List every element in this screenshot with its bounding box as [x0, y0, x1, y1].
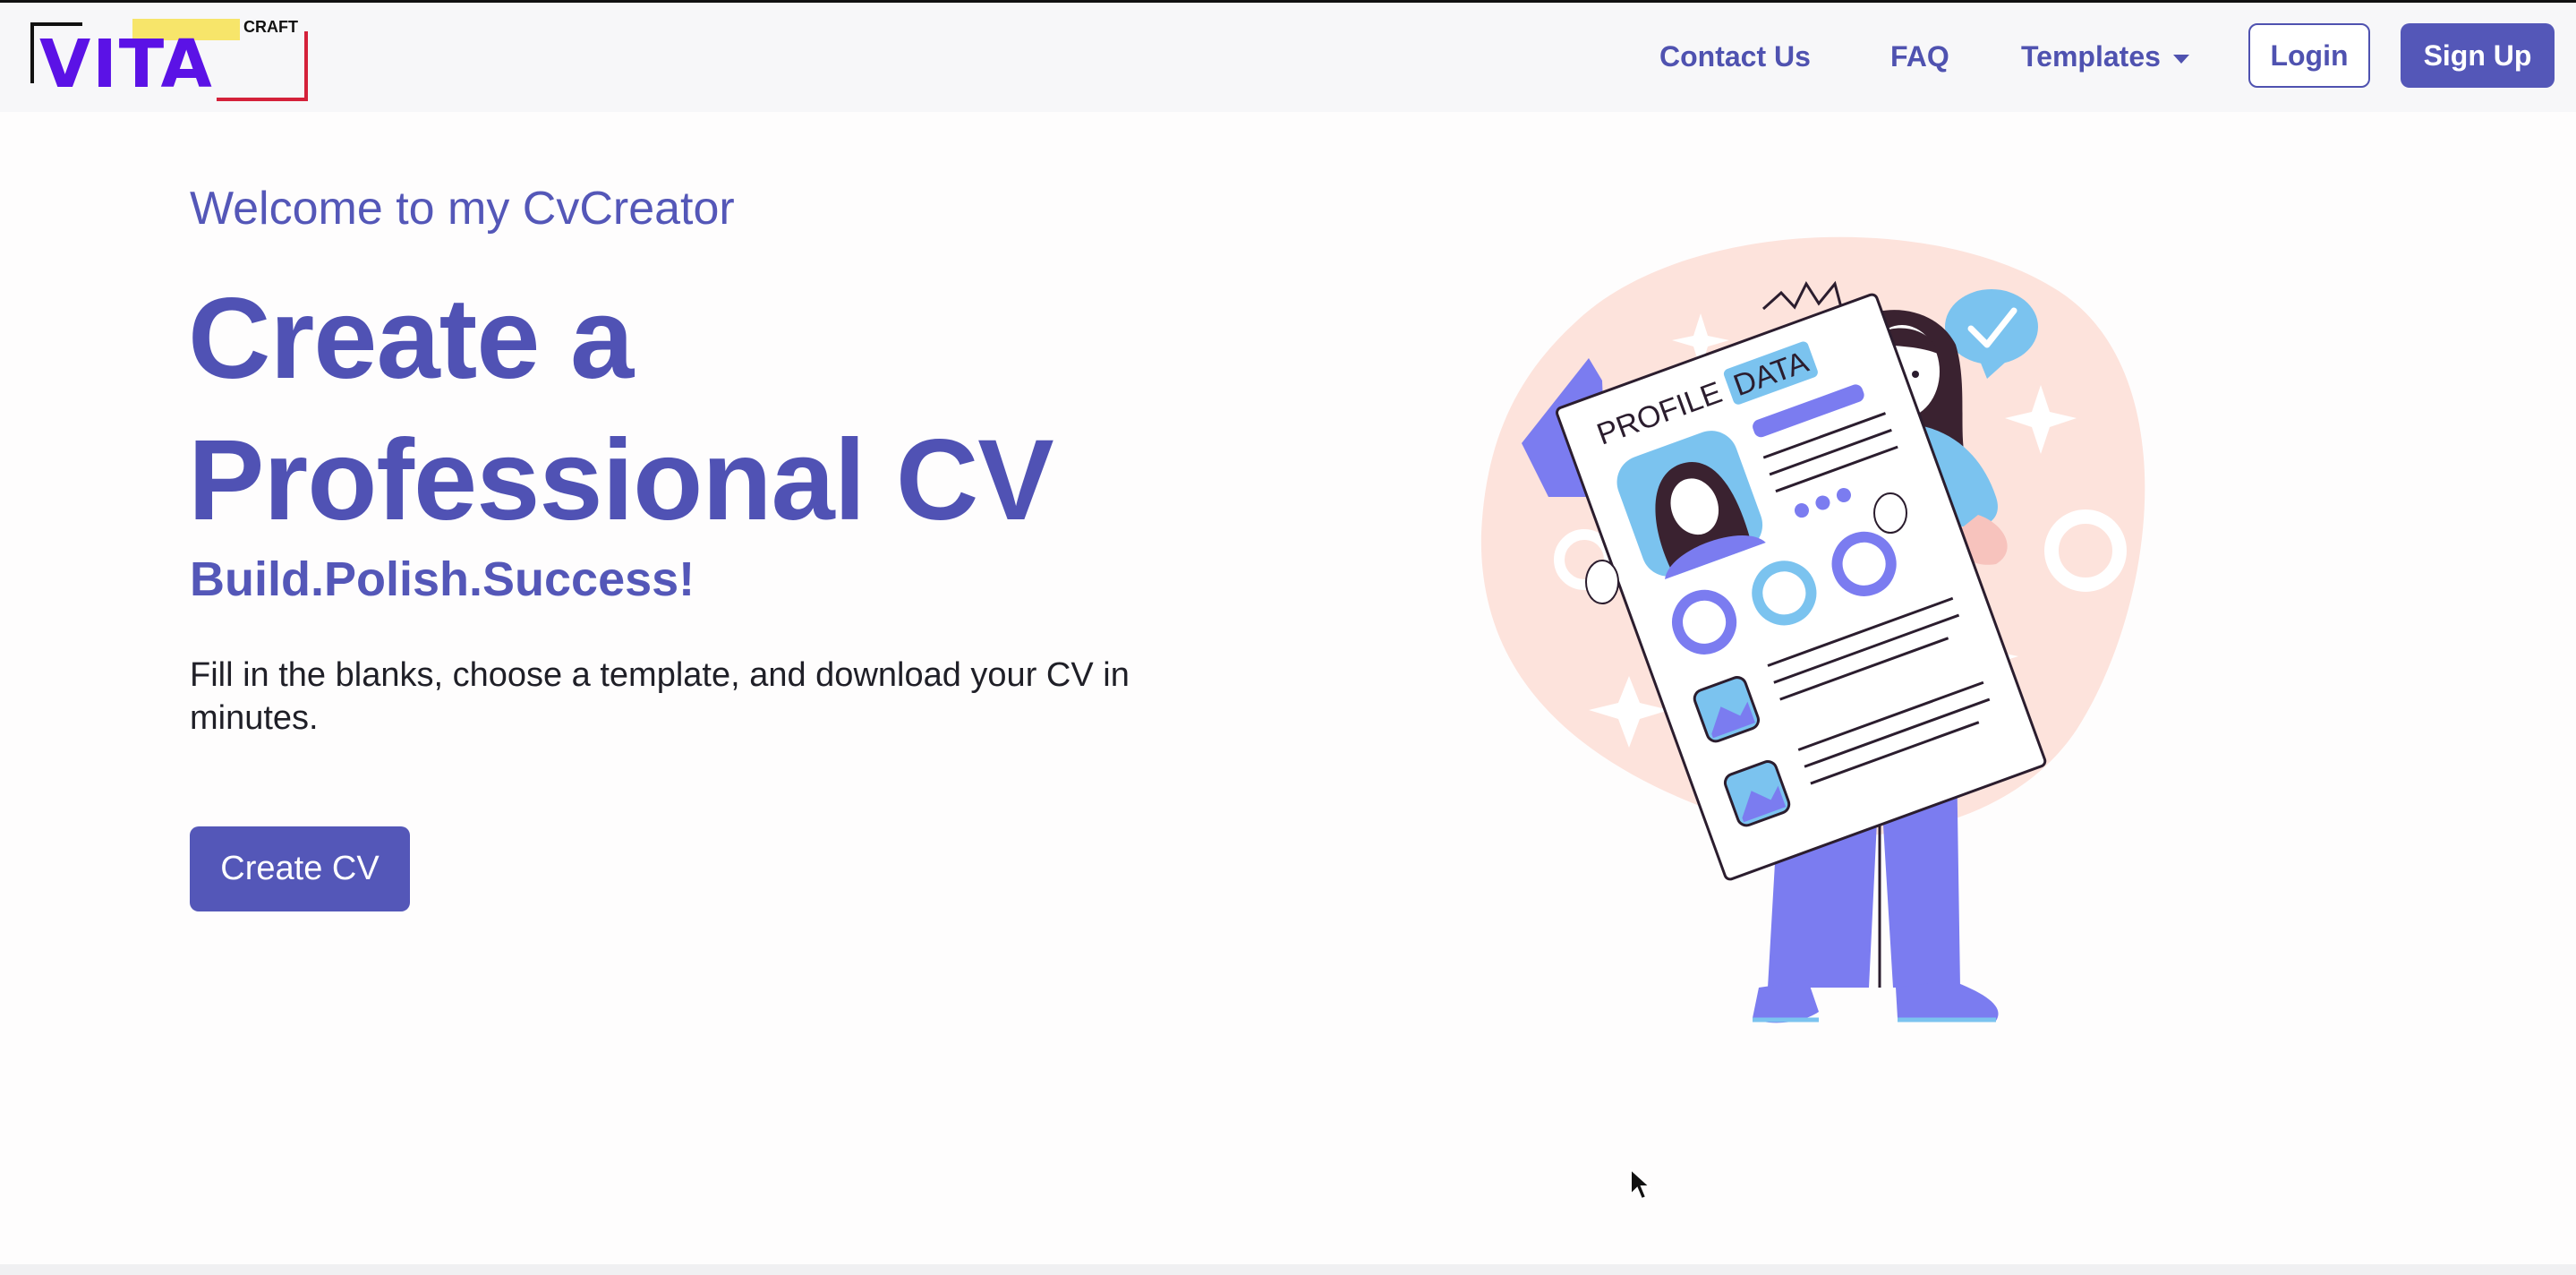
nav-templates-label: Templates: [2021, 40, 2161, 73]
create-cv-button[interactable]: Create CV: [190, 826, 410, 911]
signup-button[interactable]: Sign Up: [2401, 23, 2555, 88]
headline-line-2: Professional CV: [188, 416, 1054, 544]
caret-down-icon: [2172, 54, 2189, 64]
nav-faq[interactable]: FAQ: [1890, 39, 1949, 74]
mouse-pointer-icon: [1630, 1168, 1652, 1201]
nav-templates-dropdown[interactable]: Templates: [2021, 39, 2189, 74]
hero-description: Fill in the blanks, choose a template, a…: [190, 656, 1130, 737]
login-button[interactable]: Login: [2248, 23, 2370, 88]
welcome-text: Welcome to my CvCreator: [190, 183, 735, 235]
vitacraft-logo[interactable]: VITA CRAFT: [29, 13, 313, 103]
svg-text:CRAFT: CRAFT: [243, 18, 298, 36]
page-bottom-edge: [0, 1264, 2576, 1275]
nav-contact-us[interactable]: Contact Us: [1659, 39, 1811, 74]
svg-text:VITA: VITA: [39, 26, 214, 103]
hero-tagline: Build.Polish.Success!: [190, 552, 695, 606]
headline-line-1: Create a: [188, 275, 634, 403]
navbar: VITA CRAFT Contact Us FAQ Templates Logi…: [0, 3, 2576, 112]
hero-headline: Create a Professional CV: [188, 269, 1173, 552]
cv-illustration: PROFILE DATA: [1480, 236, 2145, 1023]
